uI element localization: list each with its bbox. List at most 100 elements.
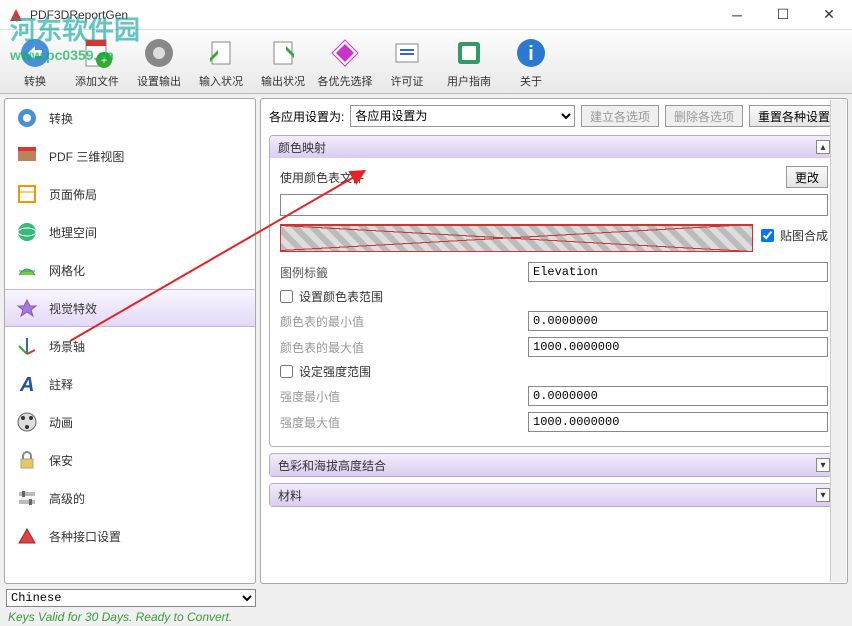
about-icon: i [514, 36, 548, 70]
geo-icon [16, 221, 38, 243]
intensity-min-label: 强度最小值 [280, 388, 520, 405]
guide-icon [452, 36, 486, 70]
minimize-button[interactable]: ─ [714, 0, 760, 30]
panel-material: 材料 ▾ [269, 483, 839, 507]
sidebar-item-3dview[interactable]: PDF 三维视图 [5, 137, 255, 175]
collapse-icon[interactable]: ▴ [816, 140, 830, 154]
expand-icon[interactable]: ▾ [816, 458, 830, 472]
title-bar: PDF3DReportGen ─ ☐ ✕ [0, 0, 852, 30]
close-button[interactable]: ✕ [806, 0, 852, 30]
set-intensity-range-checkbox[interactable]: 设定强度范围 [280, 363, 828, 380]
status-bar: Keys Valid for 30 Days. Ready to Convert… [0, 608, 852, 626]
expand-icon[interactable]: ▾ [816, 488, 830, 502]
texture-composite-checkbox[interactable]: 贴图合成 [761, 227, 828, 244]
reset-settings-button[interactable]: 重置各种设置 [749, 105, 839, 127]
apply-settings-select[interactable]: 各应用设置为 [350, 105, 575, 127]
sidebar-item-annotation[interactable]: A 註释 [5, 365, 255, 403]
axis-icon [16, 335, 38, 357]
convert-icon [18, 36, 52, 70]
visual-icon [16, 297, 38, 319]
pdf-3d-icon [16, 145, 38, 167]
license-icon [390, 36, 424, 70]
sidebar-item-layout[interactable]: 页面佈局 [5, 175, 255, 213]
toolbar-about[interactable]: i关于 [500, 31, 562, 91]
set-color-range-checkbox[interactable]: 设置颜色表范围 [280, 288, 828, 305]
color-max-input[interactable] [528, 337, 828, 357]
sidebar-item-label: 高级的 [49, 490, 85, 507]
output-status-icon [266, 36, 300, 70]
sidebar-item-label: 转换 [49, 110, 73, 127]
sidebar-item-label: 场景轴 [49, 338, 85, 355]
layout-icon [16, 183, 38, 205]
intensity-max-input[interactable] [528, 412, 828, 432]
svg-text:+: + [100, 53, 107, 67]
use-color-file-label: 使用颜色表文件 [280, 169, 364, 186]
color-file-input[interactable] [280, 194, 828, 216]
input-status-icon [204, 36, 238, 70]
color-min-label: 颜色表的最小值 [280, 313, 520, 330]
sidebar-item-interface[interactable]: 各种接口设置 [5, 517, 255, 555]
maximize-button[interactable]: ☐ [760, 0, 806, 30]
sidebar-item-mesh[interactable]: 网格化 [5, 251, 255, 289]
sidebar-item-security[interactable]: 保安 [5, 441, 255, 479]
sidebar-item-geo[interactable]: 地理空间 [5, 213, 255, 251]
toolbar-convert[interactable]: 转换 [4, 31, 66, 91]
language-select[interactable]: Chinese [6, 589, 256, 607]
content-pane: 各应用设置为: 各应用设置为 建立各选项 删除各选项 重置各种设置 颜色映射 ▴… [260, 98, 848, 584]
intensity-min-input[interactable] [528, 386, 828, 406]
sidebar-item-axis[interactable]: 场景轴 [5, 327, 255, 365]
sidebar: 转换 PDF 三维视图 页面佈局 地理空间 网格化 视觉特效 场景轴 A 註释 动… [4, 98, 256, 584]
annotation-icon: A [16, 373, 38, 395]
toolbar-input-status[interactable]: 输入状况 [190, 31, 252, 91]
texture-preview[interactable] [280, 224, 753, 252]
panel-color-mapping: 颜色映射 ▴ 使用颜色表文件 更改 贴图合成 图例标籤 [269, 135, 839, 447]
change-button[interactable]: 更改 [786, 166, 828, 188]
set-output-icon [142, 36, 176, 70]
panel-header-color[interactable]: 颜色映射 ▴ [270, 136, 838, 158]
advanced-icon [16, 487, 38, 509]
legend-label: 图例标籤 [280, 264, 520, 281]
mesh-icon [16, 259, 38, 281]
sidebar-item-advanced[interactable]: 高级的 [5, 479, 255, 517]
add-file-icon: + [80, 36, 114, 70]
sidebar-item-label: 保安 [49, 452, 73, 469]
sidebar-item-label: 註释 [49, 376, 73, 393]
scrollbar[interactable] [830, 100, 846, 582]
create-options-button[interactable]: 建立各选项 [581, 105, 659, 127]
sidebar-item-label: 各种接口设置 [49, 528, 121, 545]
toolbar-set-output[interactable]: 设置输出 [128, 31, 190, 91]
lock-icon [16, 449, 38, 471]
panel-header-material[interactable]: 材料 ▾ [270, 484, 838, 506]
svg-text:A: A [19, 374, 34, 395]
apply-settings-label: 各应用设置为: [269, 108, 344, 125]
legend-input[interactable] [528, 262, 828, 282]
toolbar-guide[interactable]: 用户指南 [438, 31, 500, 91]
animation-icon [16, 411, 38, 433]
sidebar-item-label: 地理空间 [49, 224, 97, 241]
window-title: PDF3DReportGen [30, 8, 714, 22]
sidebar-item-label: 视觉特效 [49, 300, 97, 317]
sidebar-item-label: PDF 三维视图 [49, 148, 124, 165]
toolbar: 转换 +添加文件 设置输出 输入状况 输出状况 各优先选择 许可证 用户指南 i… [0, 30, 852, 94]
color-min-input[interactable] [528, 311, 828, 331]
toolbar-output-status[interactable]: 输出状况 [252, 31, 314, 91]
panel-header-color-elev[interactable]: 色彩和海拔高度结合 ▾ [270, 454, 838, 476]
gear-icon [16, 107, 38, 129]
color-max-label: 颜色表的最大值 [280, 339, 520, 356]
sidebar-item-animation[interactable]: 动画 [5, 403, 255, 441]
sidebar-item-label: 动画 [49, 414, 73, 431]
svg-text:i: i [528, 43, 534, 65]
toolbar-priority[interactable]: 各优先选择 [314, 31, 376, 91]
toolbar-license[interactable]: 许可证 [376, 31, 438, 91]
app-icon [8, 7, 24, 23]
sidebar-item-label: 网格化 [49, 262, 85, 279]
sidebar-item-convert[interactable]: 转换 [5, 99, 255, 137]
sidebar-item-visual[interactable]: 视觉特效 [5, 289, 255, 327]
intensity-max-label: 强度最大值 [280, 414, 520, 431]
delete-options-button[interactable]: 删除各选项 [665, 105, 743, 127]
panel-color-elevation: 色彩和海拔高度结合 ▾ [269, 453, 839, 477]
priority-icon [328, 36, 362, 70]
interface-icon [16, 525, 38, 547]
toolbar-add-file[interactable]: +添加文件 [66, 31, 128, 91]
sidebar-item-label: 页面佈局 [49, 186, 97, 203]
